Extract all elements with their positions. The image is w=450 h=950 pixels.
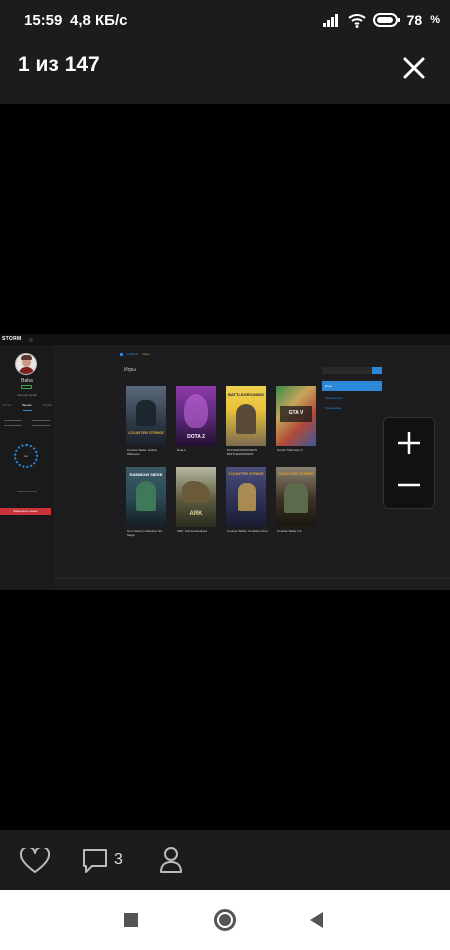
photo-viewer[interactable]: STORM Baha Чистый тариф Гостей Время Тар…	[0, 104, 450, 830]
game-title: PLAYERUNKNOWN'S BATTLEGROUNDS	[227, 448, 258, 456]
shot-user-name: Baha	[21, 378, 33, 384]
game-cover: ARK	[176, 467, 216, 527]
shot-ring-value: Ан	[24, 454, 28, 458]
recent-apps-icon[interactable]	[124, 913, 138, 927]
status-bar: 15:59 4,8 КБ/с 78%	[0, 0, 450, 34]
close-icon[interactable]	[400, 54, 428, 82]
shot-time-ring: Ан	[14, 444, 38, 468]
battery-unit: %	[430, 14, 440, 26]
shot-footer	[54, 578, 450, 579]
shot-menu-item: Программы	[325, 406, 342, 410]
shot-brand: STORM	[2, 336, 22, 342]
game-title: Grand Theft Auto V	[277, 448, 303, 452]
game-title: Counter-Strike: Condition Zero	[227, 529, 268, 533]
shot-search-icon	[372, 367, 382, 374]
game-cover: GTA V	[276, 386, 316, 446]
shot-tab: Время	[22, 403, 32, 411]
comment-count: 3	[114, 851, 123, 868]
shot-menu-item: Приложения	[325, 396, 343, 400]
battery-level: 78	[406, 12, 423, 28]
photo-viewer-screen: 15:59 4,8 КБ/с 78% 1 из 147 STORM Baha Ч…	[0, 0, 450, 950]
game-cover: BATTLEGROUNDS	[226, 386, 266, 446]
shot-stats	[4, 416, 50, 430]
plus-icon[interactable]	[384, 422, 434, 464]
avatar	[15, 353, 37, 375]
minus-icon[interactable]	[384, 464, 434, 506]
system-nav-bar	[0, 890, 450, 950]
viewer-top-bar: 1 из 147	[0, 34, 450, 104]
game-cover: RAINBOW SIEGE	[126, 467, 166, 527]
game-title: Counter-Strike: Global Offensive	[127, 448, 157, 456]
status-time: 15:59	[24, 12, 63, 29]
signal-icon	[322, 14, 338, 27]
shot-header: STORM	[0, 334, 450, 345]
shot-sidebar-tabs: Гостей Время Тариф	[2, 403, 52, 411]
battery-icon	[372, 13, 400, 27]
game-title: Tom Clancy's Rainbow Six Siege	[127, 529, 163, 537]
shot-header-dot	[29, 338, 33, 342]
shot-menu-item-active: Игры	[322, 381, 382, 391]
shot-status-badge	[21, 385, 32, 389]
shot-home-icon	[120, 352, 123, 356]
game-cover: COUNTER STRIKE	[276, 467, 316, 527]
network-speed: 4,8 КБ/с	[70, 12, 128, 29]
wifi-icon	[347, 14, 366, 28]
user-icon[interactable]	[159, 846, 183, 874]
shot-tab: Тариф	[42, 403, 52, 407]
game-title: Dota 2	[177, 448, 186, 452]
back-icon[interactable]	[310, 912, 323, 928]
shot-tariff: Чистый тариф	[16, 393, 38, 397]
game-cover: DOTA 2	[176, 386, 216, 446]
photo-counter: 1 из 147	[18, 53, 100, 76]
game-cover: COUNTER STRIKE	[126, 386, 166, 446]
heart-icon[interactable]	[20, 848, 50, 874]
game-title: Counter-Strike 1.6	[277, 529, 302, 533]
shot-section-title: Игры	[124, 367, 136, 373]
action-bar: 3	[0, 830, 450, 890]
home-icon[interactable]	[214, 909, 236, 931]
shot-divider	[17, 491, 37, 492]
status-icons: 78%	[322, 11, 440, 29]
shot-tab: Гостей	[2, 403, 12, 407]
zoom-controls	[383, 417, 435, 509]
game-cover: COUNTER STRIKE	[226, 467, 266, 527]
game-title: ARK: Survival Evolved	[177, 529, 208, 533]
comment-icon[interactable]	[82, 847, 108, 875]
shot-breadcrumb: Главная Игры	[120, 351, 220, 357]
shot-end-session-button: Завершить сеанс	[0, 508, 51, 515]
shot-sidebar: Baha Чистый тариф Гостей Время Тариф Ан	[0, 345, 54, 590]
